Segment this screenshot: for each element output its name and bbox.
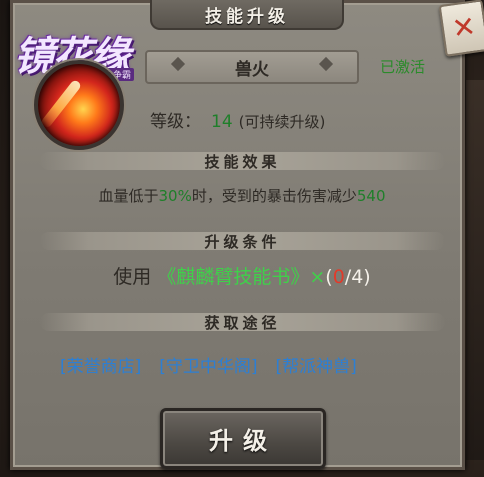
effect-reduction: 540 [356,187,386,205]
section-source-title: 获取途径 [204,313,281,332]
source-link-guild-beast[interactable]: [帮派神兽] [276,352,357,377]
skill-effect-text: 血量低于30%时，受到的暴击伤害减少540 [0,185,484,206]
effect-middle: 时，受到的暴击伤害减少 [191,187,357,205]
upgrade-button-label: 升级 [209,427,277,455]
dialog-title: 技能升级 [205,6,289,27]
skill-status-activated: 已激活 [380,58,426,76]
skill-name-plate: 兽火 [145,50,359,84]
diamond-ornament-icon [318,56,334,72]
source-link-guard-pavilion[interactable]: [守卫中华阁] [159,352,257,377]
section-source-header: 获取途径 [40,309,445,335]
skill-icon-slash [39,78,83,130]
section-effect-title: 技能效果 [204,152,281,171]
level-label: 等级： [150,112,201,132]
condition-use-label: 使用 [113,266,152,288]
section-effect-header: 技能效果 [40,148,445,174]
skill-name: 兽火 [235,59,269,80]
condition-paren-open: ( [325,266,333,288]
source-links: [荣誉商店] [守卫中华阁] [帮派神兽] [60,352,375,377]
source-link-honor-shop[interactable]: [荣誉商店] [60,352,141,377]
close-button[interactable]: ✕ [438,0,484,57]
section-condition-title: 升级条件 [204,232,281,251]
section-condition-header: 升级条件 [40,228,445,254]
skill-level-row: 等级： 14 (可持续升级) [150,107,325,132]
effect-prefix: 血量低于 [98,187,159,205]
upgrade-condition-text: 使用 《麒麟臂技能书》×(0/4) [0,262,484,289]
level-note: (可持续升级) [238,113,326,131]
fire-slash-skill-icon [34,60,124,150]
condition-owned-count: 0 [332,266,345,288]
condition-required-count: /4) [344,266,371,288]
condition-item-link[interactable]: 《麒麟臂技能书》 [157,266,309,288]
upgrade-button[interactable]: 升级 [160,408,326,469]
condition-times: × [309,266,326,288]
level-value: 14 [211,112,233,132]
effect-threshold: 30% [158,187,192,205]
close-x-icon: ✕ [450,9,478,46]
diamond-ornament-icon [170,56,186,72]
dialog-title-banner: 技能升级 [150,0,344,30]
